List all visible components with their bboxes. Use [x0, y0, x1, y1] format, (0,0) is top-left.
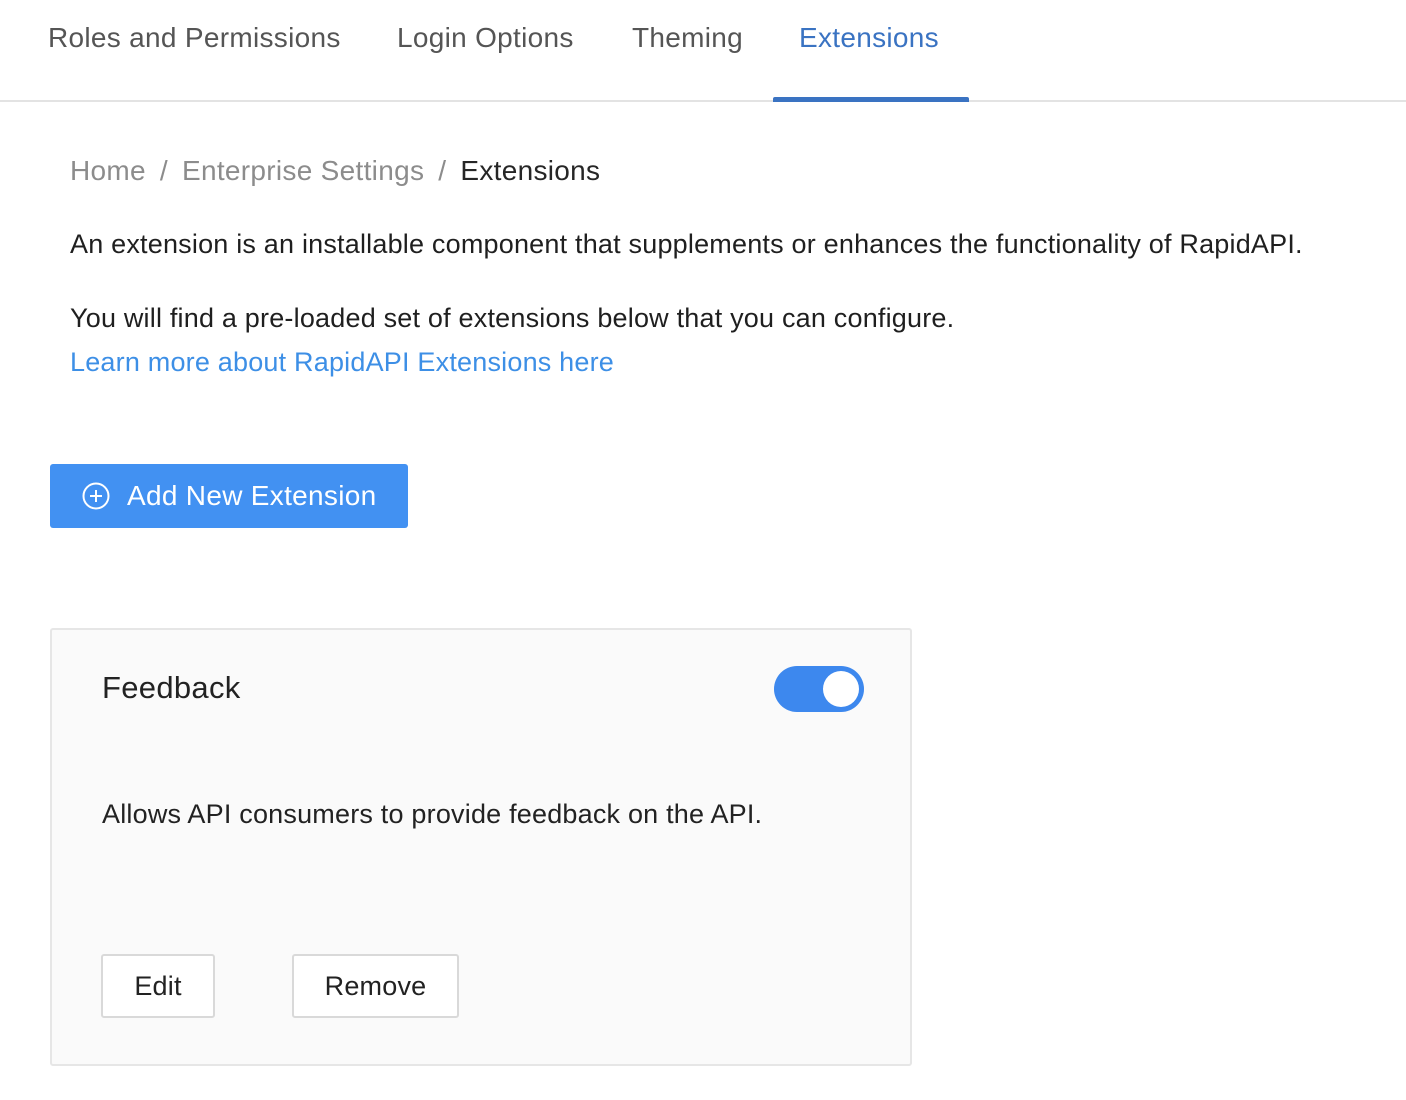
breadcrumb-home[interactable]: Home: [70, 155, 146, 186]
tab-login-options[interactable]: Login Options: [397, 0, 574, 102]
breadcrumb-separator: /: [438, 155, 447, 186]
breadcrumb-current: Extensions: [460, 155, 601, 186]
toggle-knob: [823, 671, 859, 707]
remove-button[interactable]: Remove: [292, 954, 459, 1018]
tab-roles-and-permissions[interactable]: Roles and Permissions: [48, 0, 341, 102]
intro-description: An extension is an installable component…: [70, 229, 1303, 259]
plus-circle-icon: [82, 482, 110, 510]
tab-extensions[interactable]: Extensions: [799, 0, 939, 102]
extension-description: Allows API consumers to provide feedback…: [102, 799, 763, 829]
tab-theming[interactable]: Theming: [632, 0, 743, 102]
learn-more-link[interactable]: Learn more about RapidAPI Extensions her…: [70, 344, 614, 380]
add-new-extension-label: Add New Extension: [127, 480, 377, 511]
intro-preloaded-note: You will find a pre-loaded set of extens…: [70, 303, 955, 333]
extension-card-feedback: Feedback Allows API consumers to provide…: [50, 628, 912, 1066]
add-new-extension-button[interactable]: Add New Extension: [50, 464, 408, 528]
extension-title: Feedback: [102, 670, 241, 705]
tab-bar: Roles and Permissions Login Options Them…: [0, 0, 1406, 102]
extension-enabled-toggle[interactable]: [774, 666, 864, 712]
breadcrumb: Home / Enterprise Settings / Extensions: [70, 152, 600, 190]
breadcrumb-enterprise-settings[interactable]: Enterprise Settings: [182, 155, 424, 186]
active-tab-indicator: [773, 97, 969, 102]
breadcrumb-separator: /: [159, 155, 168, 186]
edit-button[interactable]: Edit: [101, 954, 215, 1018]
